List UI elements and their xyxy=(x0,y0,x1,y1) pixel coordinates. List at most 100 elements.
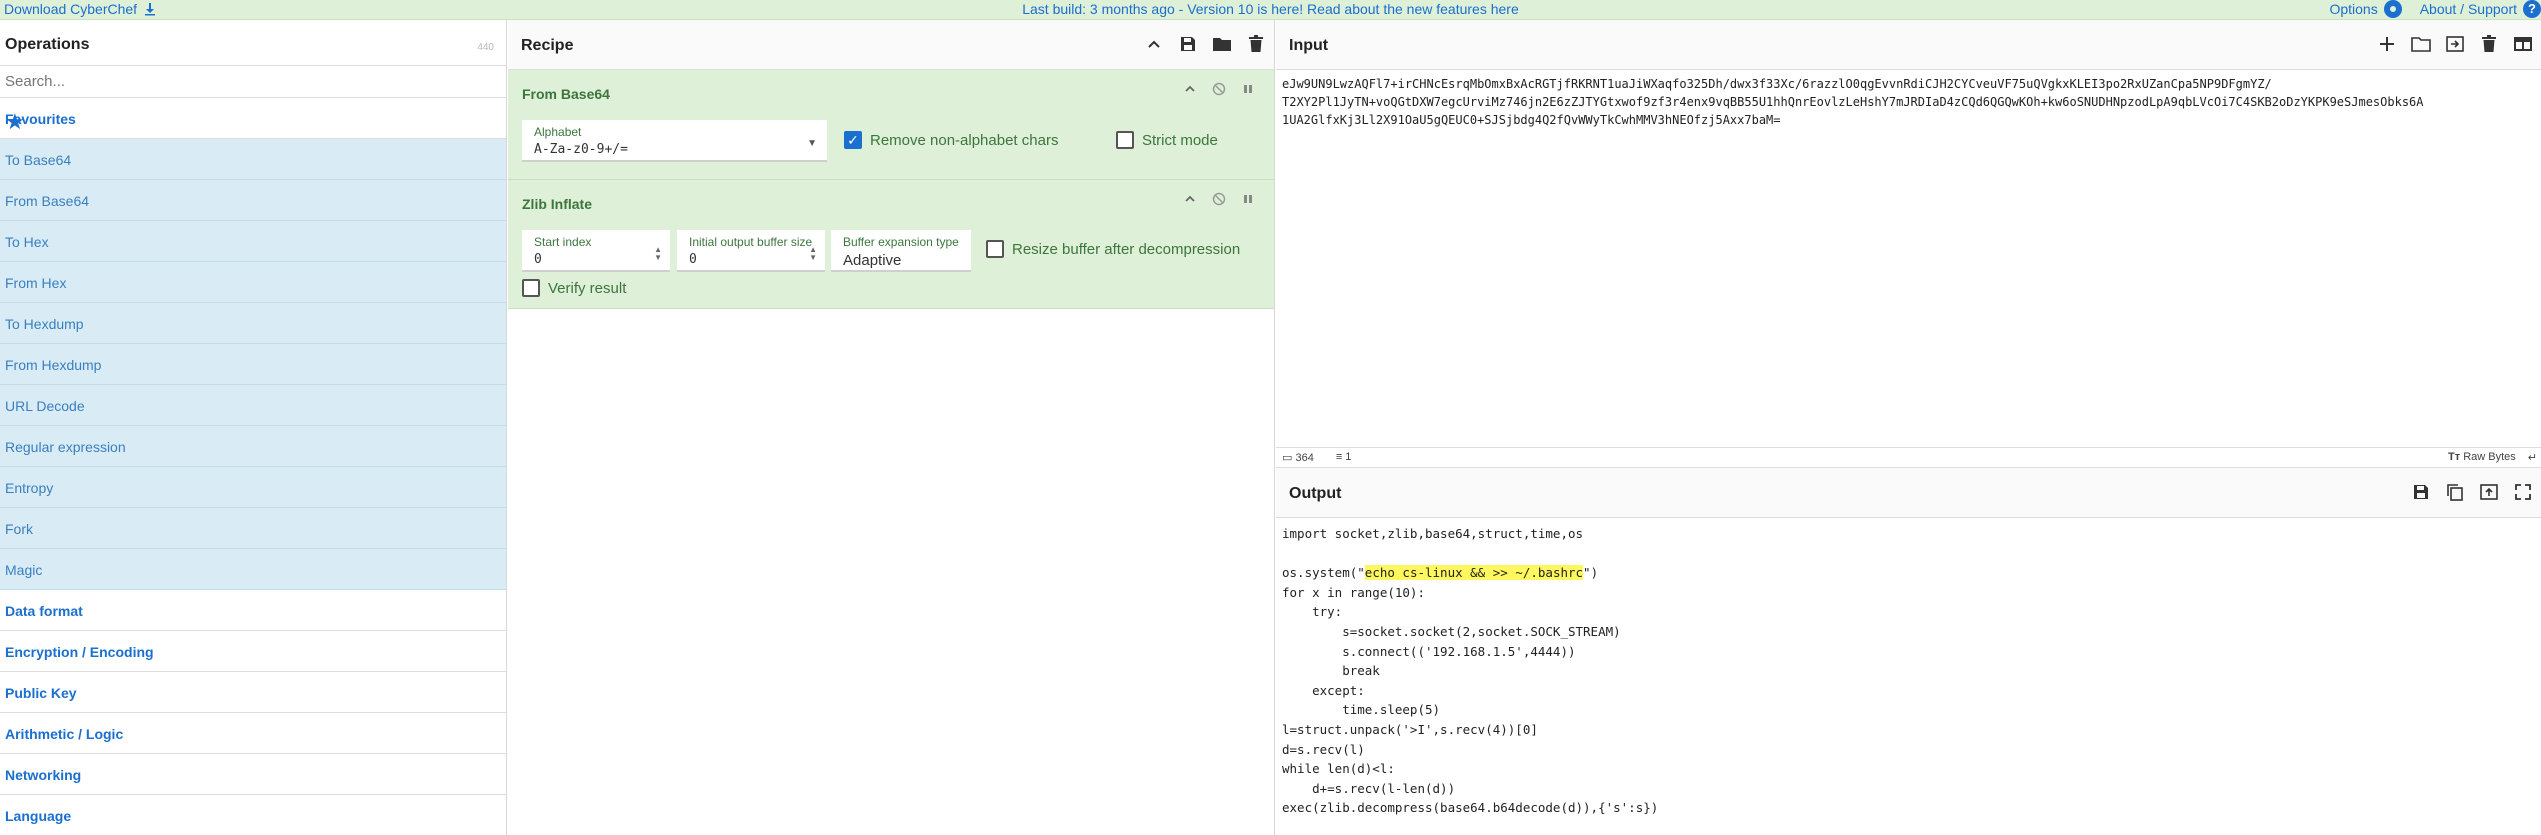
gear-icon[interactable] xyxy=(2383,0,2402,18)
clear-input-icon[interactable] xyxy=(2479,34,2499,54)
disable-icon[interactable] xyxy=(1212,82,1226,100)
category-data-format[interactable]: Data format xyxy=(0,590,506,631)
add-tab-icon[interactable] xyxy=(2377,34,2397,54)
category-public-key[interactable]: Public Key xyxy=(0,672,506,713)
eol-icon[interactable]: ↵ xyxy=(2528,451,2537,464)
text-encoding-icon: Tт xyxy=(2448,451,2461,463)
op-to-hex[interactable]: To Hex xyxy=(0,221,506,262)
pause-icon[interactable] xyxy=(1242,192,1254,210)
save-output-icon[interactable] xyxy=(2411,482,2431,502)
op-to-base64[interactable]: To Base64 xyxy=(0,139,506,180)
input-textarea[interactable]: eJw9UN9LwzAQFl7+irCHNcEsrqMbOmxBxAcRGTjf… xyxy=(1282,75,2537,129)
buffer-expansion-value: Adaptive xyxy=(843,252,902,269)
output-header: Output xyxy=(1276,468,2541,518)
stepper-icon[interactable]: ▲ ▼ xyxy=(809,246,817,262)
save-icon[interactable] xyxy=(1178,34,1198,54)
input-line: eJw9UN9LwzAQFl7+irCHNcEsrqMbOmxBxAcRGTjf… xyxy=(1282,77,2272,91)
buffer-size-field[interactable]: Initial output buffer size 0 ▲ ▼ xyxy=(677,230,825,272)
op-entropy[interactable]: Entropy xyxy=(0,467,506,508)
disable-icon[interactable] xyxy=(1212,192,1226,210)
op-fork[interactable]: Fork xyxy=(0,508,506,549)
open-file-icon[interactable] xyxy=(2445,34,2465,54)
output-line: s=socket.socket(2,socket.SOCK_STREAM) xyxy=(1282,623,1621,639)
category-arithmetic-logic[interactable]: Arithmetic / Logic xyxy=(0,713,506,754)
length-indicator: ▭ 364 xyxy=(1282,452,1314,464)
resize-buffer-checkbox[interactable]: Resize buffer after decompression xyxy=(986,240,1240,258)
start-index-value: 0 xyxy=(534,252,542,267)
input-status-bar: ▭ 364 ≡ 1 Tт Raw Bytes ↵ xyxy=(1276,447,2541,467)
output-line: except: xyxy=(1282,682,1365,698)
recipe-title: Recipe xyxy=(521,37,574,54)
maximise-icon[interactable] xyxy=(2513,482,2533,502)
resize-buffer-label: Resize buffer after decompression xyxy=(1012,240,1241,258)
top-banner: Download CyberChef Last build: 3 months … xyxy=(0,0,2541,20)
remove-nonalphabet-label: Remove non-alphabet chars xyxy=(870,131,1059,149)
stepper-icon[interactable]: ▲ ▼ xyxy=(654,246,662,262)
pause-icon[interactable] xyxy=(1242,82,1254,100)
alphabet-select[interactable]: Alphabet A-Za-z0-9+/= ▼ xyxy=(522,120,827,162)
copy-icon[interactable] xyxy=(2445,482,2465,502)
chevron-up-icon[interactable] xyxy=(1144,34,1164,54)
layout-icon[interactable] xyxy=(2513,34,2533,54)
trash-icon[interactable] xyxy=(1246,34,1266,54)
operations-count: 440 xyxy=(477,42,494,53)
raw-bytes-toggle[interactable]: Tт Raw Bytes xyxy=(2448,451,2516,464)
op-name: From Base64 xyxy=(522,86,610,102)
output-line: try: xyxy=(1282,604,1343,620)
output-line: break xyxy=(1282,663,1380,679)
output-text[interactable]: import socket,zlib,base64,struct,time,os… xyxy=(1282,524,1658,818)
op-from-hexdump[interactable]: From Hexdump xyxy=(0,344,506,385)
strict-mode-checkbox[interactable]: Strict mode xyxy=(1116,131,1218,149)
replace-input-icon[interactable] xyxy=(2479,482,2499,502)
input-title: Input xyxy=(1289,37,1329,54)
verify-result-label: Verify result xyxy=(548,279,627,297)
options-link[interactable]: Options xyxy=(2329,1,2377,17)
category-language[interactable]: Language xyxy=(0,795,506,835)
start-index-field[interactable]: Start index 0 ▲ ▼ xyxy=(522,230,670,272)
op-from-base64[interactable]: From Base64 xyxy=(0,180,506,221)
input-panel: Input eJw9UN9LwzAQFl7+irCHNcEsrqMbOmxBxA… xyxy=(1276,20,2541,467)
version-notice-link[interactable]: Last build: 3 months ago - Version 10 is… xyxy=(0,1,2541,17)
op-to-hexdump[interactable]: To Hexdump xyxy=(0,303,506,344)
buffer-expansion-label: Buffer expansion type xyxy=(843,235,959,249)
help-icon[interactable]: ? xyxy=(2523,0,2541,18)
output-line: while len(d)<l: xyxy=(1282,761,1395,777)
start-index-label: Start index xyxy=(534,235,592,249)
recipe-op-zlib-inflate: Zlib Inflate Start index 0 ▲ ▼ Initial ou… xyxy=(508,180,1274,309)
verify-result-checkbox[interactable]: Verify result xyxy=(522,279,626,297)
buffer-expansion-select[interactable]: Buffer expansion type Adaptive xyxy=(831,230,971,272)
op-url-decode[interactable]: URL Decode xyxy=(0,385,506,426)
open-folder-icon[interactable] xyxy=(2411,34,2431,54)
buffer-size-label: Initial output buffer size xyxy=(689,235,813,249)
chevron-up-icon[interactable] xyxy=(1184,82,1196,100)
checkmark-icon: ✓ xyxy=(844,131,862,149)
search-box xyxy=(0,66,506,98)
output-line: l=struct.unpack('>I',s.recv(4))[0] xyxy=(1282,721,1538,737)
output-line: d=s.recv(l) xyxy=(1282,741,1365,757)
lines-indicator: ≡ 1 xyxy=(1335,451,1352,463)
input-line: 1UA2GlfxKj3Ll2X91OaU5gQEUC0+SJSjbdg4Q2fQ… xyxy=(1282,113,1781,127)
category-encryption-encoding[interactable]: Encryption / Encoding xyxy=(0,631,506,672)
category-favourites[interactable]: Favourites ★ xyxy=(0,98,506,139)
folder-icon[interactable] xyxy=(1212,34,1232,54)
output-panel: Output import socket,zlib,base64,struct,… xyxy=(1276,468,2541,835)
search-input[interactable] xyxy=(0,66,506,97)
alphabet-label: Alphabet xyxy=(534,125,582,139)
alphabet-value: A-Za-z0-9+/= xyxy=(534,142,628,157)
remove-nonalphabet-checkbox[interactable]: ✓ Remove non-alphabet chars xyxy=(844,131,1058,149)
output-line: for x in range(10): xyxy=(1282,584,1425,600)
operations-panel: Operations 440 Favourites ★ To Base64 Fr… xyxy=(0,20,507,835)
recipe-panel: Recipe From Base64 Alphabet A-Za-z0-9+/=… xyxy=(508,20,1275,835)
strict-mode-label: Strict mode xyxy=(1142,131,1218,149)
op-regular-expression[interactable]: Regular expression xyxy=(0,426,506,467)
op-name: Zlib Inflate xyxy=(522,196,592,212)
category-networking[interactable]: Networking xyxy=(0,754,506,795)
about-support-link[interactable]: About / Support xyxy=(2420,1,2517,17)
op-from-hex[interactable]: From Hex xyxy=(0,262,506,303)
chevron-up-icon[interactable] xyxy=(1184,192,1196,210)
op-magic[interactable]: Magic xyxy=(0,549,506,590)
output-line: d+=s.recv(l-len(d)) xyxy=(1282,780,1456,796)
recipe-header: Recipe xyxy=(508,20,1274,70)
highlighted-text: echo cs-linux && >> ~/.bashrc xyxy=(1364,565,1584,581)
star-icon: ★ xyxy=(5,109,25,134)
